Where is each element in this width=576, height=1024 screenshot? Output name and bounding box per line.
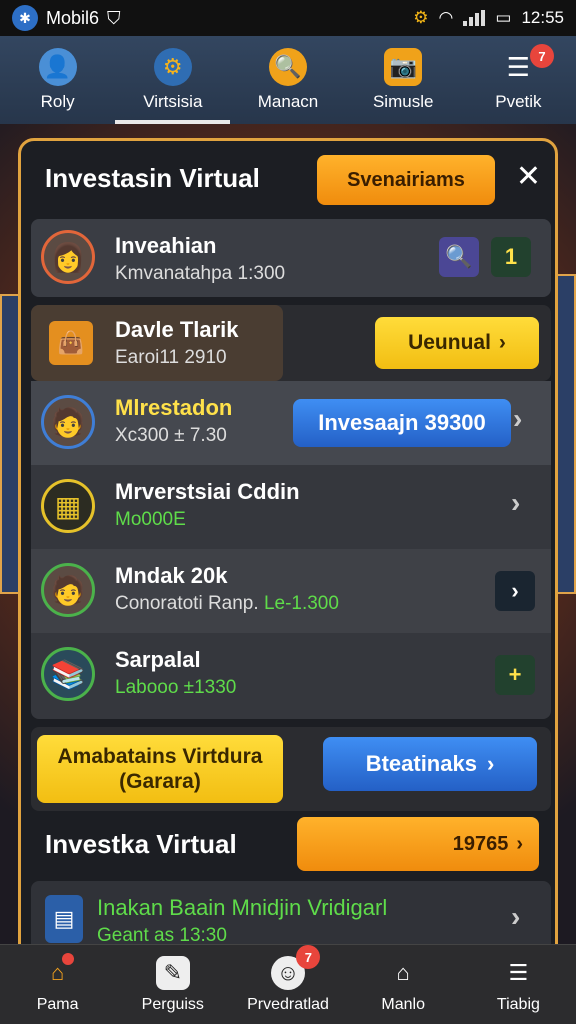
avatar: 🧑 <box>41 395 95 449</box>
list-item[interactable]: 🧑 Mlrestadon Xc300 ± 7.30 Invesaajn 3930… <box>31 381 551 465</box>
clock-time: 12:55 <box>521 8 564 27</box>
item-subtitle: Xc300 ± 7.30 <box>115 425 227 446</box>
action-row: Amabatains Virtdura (Garara) Bteatinaks … <box>31 727 551 811</box>
virtual-action-button[interactable]: Amabatains Virtdura (Garara) <box>37 735 283 803</box>
section-value: 19765 <box>452 832 509 855</box>
avatar: 👩 <box>41 230 95 284</box>
nav-label: Perguiss <box>141 995 204 1013</box>
subtitle-value: Le-1.300 <box>263 593 339 614</box>
item-subtitle: Labooo ±1330 <box>115 677 237 698</box>
tab-label: Pvetik <box>495 92 542 111</box>
tab-virtsisia[interactable]: ⚙ Virtsisia <box>115 36 231 124</box>
item-subtitle: Mo000E <box>115 509 186 530</box>
nav-label: Pama <box>36 995 79 1013</box>
avatar: 🧑 <box>41 563 95 617</box>
nav-label: Manlo <box>381 995 425 1013</box>
tab-manacn[interactable]: 🔍 Manacn <box>230 36 345 124</box>
tab-label: Manacn <box>257 92 319 111</box>
chevron-right-icon: › <box>486 751 495 776</box>
nav-label: Tiabig <box>496 995 540 1013</box>
row-action-button[interactable]: Uеunual › <box>375 317 539 369</box>
list-item[interactable]: ▦ Mrverstsiai Cddin Mo000E › <box>31 465 551 549</box>
books-icon: 📚 <box>41 647 95 701</box>
list-item[interactable]: 🧑 Mndak 20k Conoratoti Ranp. Le-1.300 › <box>31 549 551 633</box>
bottom-nav: ⌂ Pama ✎ Perguiss ☺ 7 Prvedratlad ⌂ Manl… <box>0 944 576 1024</box>
button-label: Uеunual <box>408 331 491 354</box>
search-icon: 🔍 <box>269 48 307 86</box>
item-title: Inakan Baain Mnidjin Vridigarl <box>97 895 388 920</box>
top-nav: 👤 Roly ⚙ Virtsisia 🔍 Manacn 📷 Simusle ☰ … <box>0 36 576 124</box>
signal-icon <box>463 10 486 26</box>
chevron-right-icon[interactable]: › <box>495 571 535 611</box>
wallet-icon: 👜 <box>49 321 93 365</box>
invest-button[interactable]: Invesaajn 39300 <box>293 399 511 447</box>
gear-icon: ⚙ <box>153 48 192 86</box>
item-title: Mlrestadon <box>115 395 233 420</box>
item-title: Mrverstsiai Cddin <box>115 479 300 504</box>
section-title: Investka Virtual <box>45 829 237 859</box>
panel-title: Investasin Virtual <box>45 163 260 193</box>
wifi-icon: ◠ <box>438 8 454 27</box>
list-item[interactable]: 📚 Sarpalal Labooo ±1330 + <box>31 633 551 719</box>
tab-label: Roly <box>40 92 75 111</box>
bteatinaks-button[interactable]: Bteatinaks › <box>323 737 537 791</box>
status-bar: ✱ Mobil6 ⛉ ⚙ ◠ ▭ 12:55 <box>0 0 576 36</box>
chevron-right-icon: › <box>498 331 506 354</box>
chevron-right-icon[interactable]: › <box>511 901 520 933</box>
nav-tiabig[interactable]: ☰ Tiabig <box>461 945 576 1024</box>
gear-icon: ⚙ <box>413 8 429 27</box>
chevron-right-icon: › <box>516 832 523 855</box>
section-value-button[interactable]: 19765 › <box>297 817 539 871</box>
chevron-right-icon[interactable]: › <box>511 487 520 519</box>
nav-pama[interactable]: ⌂ Pama <box>0 945 115 1024</box>
subtitle-text: Conoratoti Ranp. <box>115 593 259 614</box>
carrier-label: Mobil6 <box>46 7 100 28</box>
item-title: Inveahian <box>115 233 217 258</box>
camera-icon: 📷 <box>384 48 423 86</box>
notification-badge: 7 <box>296 945 321 969</box>
chat-icon: ✎ <box>155 955 190 990</box>
school-icon: ⌂ <box>396 959 410 985</box>
header-action-button[interactable]: Svenairiams <box>317 155 495 205</box>
investment-panel: Investasin Virtual Svenairiams ✕ 👩 Invea… <box>18 138 558 968</box>
notification-dot <box>62 953 74 965</box>
tab-roly[interactable]: 👤 Roly <box>0 36 115 124</box>
notification-badge: 7 <box>530 44 555 68</box>
item-title: Mndak 20k <box>115 563 228 588</box>
count-button[interactable]: 1 <box>491 237 531 277</box>
item-title: Davle Tlarik <box>115 317 239 342</box>
list-item[interactable]: 👜 Davle Tlarik Earoi11 2910 Uеunual › <box>31 305 551 381</box>
item-subtitle: Conoratoti Ranp. Le-1.300 <box>115 593 339 615</box>
shield-icon: ⛉ <box>107 7 121 28</box>
tab-simusle[interactable]: 📷 Simusle <box>346 36 461 124</box>
search-icon[interactable]: 🔍 <box>439 237 479 277</box>
nav-perguiss[interactable]: ✎ Perguiss <box>115 945 230 1024</box>
item-title: Sarpalal <box>115 647 201 672</box>
list-icon: ☰ <box>508 959 529 985</box>
person-icon: 👤 <box>38 48 77 86</box>
app-logo-icon: ✱ <box>12 5 38 31</box>
button-label: Bteatinaks <box>365 751 477 776</box>
calculator-icon: ▦ <box>41 479 95 533</box>
nav-manlo[interactable]: ⌂ Manlo <box>346 945 461 1024</box>
nav-label: Prvedratlad <box>247 995 329 1013</box>
item-subtitle: Kmvanatahpa 1:300 <box>115 263 286 284</box>
list-item[interactable]: 👩 Inveahian Kmvanatahpa 1:300 🔍 1 <box>31 219 551 297</box>
nav-prvedratlad[interactable]: ☺ 7 Prvedratlad <box>230 945 345 1024</box>
tab-pvetik[interactable]: ☰ 7 Pvetik <box>461 36 576 124</box>
item-subtitle: Earoi11 2910 <box>115 347 227 368</box>
close-icon[interactable]: ✕ <box>516 159 541 194</box>
tab-label: Simusle <box>372 92 434 111</box>
tab-label: Virtsisia <box>143 92 203 111</box>
chevron-right-icon[interactable]: › <box>513 403 522 435</box>
book-icon: ▤ <box>45 895 83 943</box>
battery-icon: ▭ <box>495 8 512 27</box>
add-icon[interactable]: + <box>495 655 535 695</box>
